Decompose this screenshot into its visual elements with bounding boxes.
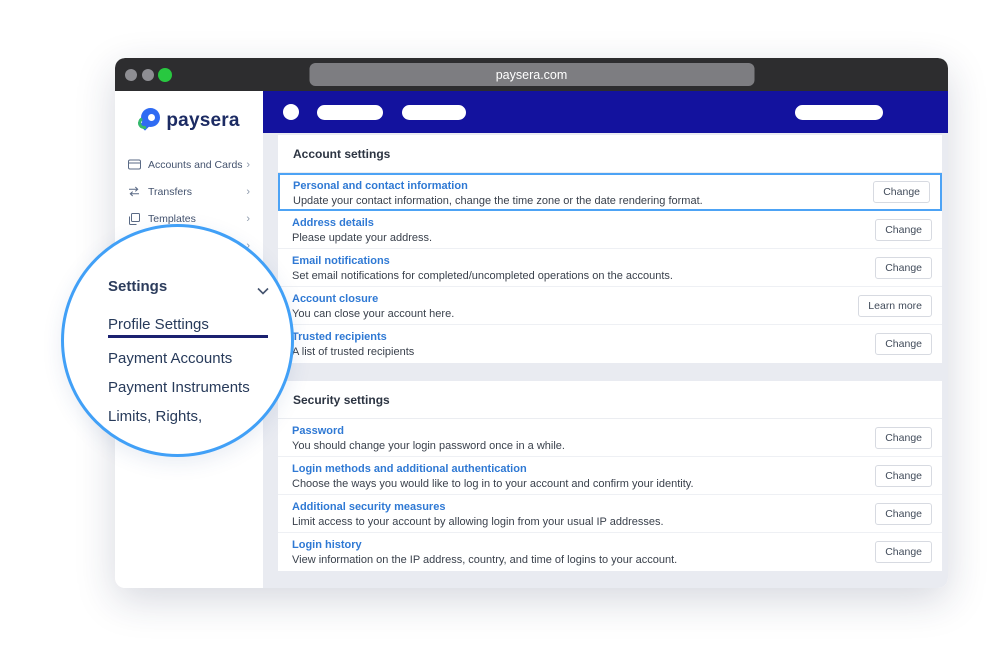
chevron-right-icon: ›: [246, 159, 250, 171]
menu-item-profile-settings[interactable]: Profile Settings: [108, 316, 209, 333]
nav-placeholder-pill: [795, 105, 883, 120]
row-description: Choose the ways you would like to log in…: [292, 478, 837, 490]
row-description: Please update your address.: [292, 232, 837, 244]
row-title: Address details: [292, 217, 837, 229]
security-settings-panel: Security settings Password You should ch…: [278, 381, 942, 571]
row-title: Login methods and additional authenticat…: [292, 463, 837, 475]
nav-placeholder-pill: [402, 105, 466, 120]
chevron-down-icon: [257, 282, 269, 290]
row-description: View information on the IP address, coun…: [292, 554, 837, 566]
row-title: Email notifications: [292, 255, 837, 267]
address-bar[interactable]: paysera.com: [309, 63, 754, 86]
change-button[interactable]: Change: [873, 181, 930, 203]
change-button[interactable]: Change: [875, 219, 932, 241]
row-description: You can close your account here.: [292, 308, 837, 320]
magnifier-circle: Settings Profile Settings Payment Accoun…: [61, 224, 294, 457]
row-description: A list of trusted recipients: [292, 346, 837, 358]
top-navy-bar: [263, 91, 948, 133]
row-additional-security-measures[interactable]: Additional security measures Limit acces…: [278, 495, 942, 533]
change-button[interactable]: Change: [875, 503, 932, 525]
row-password[interactable]: Password You should change your login pa…: [278, 419, 942, 457]
browser-titlebar: paysera.com: [115, 58, 948, 91]
transfers-icon: [128, 186, 148, 197]
row-title: Account closure: [292, 293, 837, 305]
sidebar-item-accounts-and-cards[interactable]: Accounts and Cards ›: [115, 151, 263, 178]
paysera-logo[interactable]: paysera: [115, 91, 263, 135]
change-button[interactable]: Change: [875, 333, 932, 355]
account-settings-panel: Account settings Personal and contact in…: [278, 135, 942, 363]
cards-icon: [128, 159, 148, 170]
row-title: Additional security measures: [292, 501, 837, 513]
row-description: Set email notifications for completed/un…: [292, 270, 837, 282]
active-item-underline: [108, 335, 268, 338]
chevron-right-icon: ›: [246, 186, 250, 198]
row-trusted-recipients[interactable]: Trusted recipients A list of trusted rec…: [278, 325, 942, 363]
chevron-right-icon: ›: [246, 213, 250, 225]
paysera-logo-text: paysera: [166, 110, 239, 132]
sidebar-item-transfers[interactable]: Transfers ›: [115, 178, 263, 205]
sidebar-item-label: Transfers: [148, 186, 246, 198]
account-settings-title: Account settings: [278, 135, 942, 173]
row-title: Login history: [292, 539, 837, 551]
row-account-closure[interactable]: Account closure You can close your accou…: [278, 287, 942, 325]
url-text: paysera.com: [496, 68, 568, 82]
menu-item-limits-rights[interactable]: Limits, Rights,: [108, 408, 202, 425]
learn-more-button[interactable]: Learn more: [858, 295, 932, 317]
window-control-icon[interactable]: [125, 69, 137, 81]
row-personal-and-contact-information[interactable]: Personal and contact information Update …: [278, 173, 942, 211]
security-settings-title: Security settings: [278, 381, 942, 419]
nav-placeholder-circle: [283, 104, 299, 120]
menu-item-payment-instruments[interactable]: Payment Instruments: [108, 379, 250, 396]
templates-icon: [128, 213, 148, 225]
sidebar-item-label: Templates: [148, 213, 246, 225]
sidebar-item-label: Accounts and Cards: [148, 159, 246, 171]
row-description: Limit access to your account by allowing…: [292, 516, 837, 528]
window-control-icon[interactable]: [142, 69, 154, 81]
row-login-methods[interactable]: Login methods and additional authenticat…: [278, 457, 942, 495]
row-title: Password: [292, 425, 837, 437]
row-description: You should change your login password on…: [292, 440, 837, 452]
change-button[interactable]: Change: [875, 257, 932, 279]
row-address-details[interactable]: Address details Please update your addre…: [278, 211, 942, 249]
change-button[interactable]: Change: [875, 541, 932, 563]
change-button[interactable]: Change: [875, 465, 932, 487]
row-description: Update your contact information, change …: [293, 195, 835, 207]
paysera-logo-icon: [138, 108, 160, 133]
change-button[interactable]: Change: [875, 427, 932, 449]
row-email-notifications[interactable]: Email notifications Set email notificati…: [278, 249, 942, 287]
settings-menu-label[interactable]: Settings: [108, 278, 167, 295]
main-content: Account settings Personal and contact in…: [263, 91, 948, 588]
row-title: Trusted recipients: [292, 331, 837, 343]
menu-item-payment-accounts[interactable]: Payment Accounts: [108, 350, 232, 367]
row-title: Personal and contact information: [293, 180, 835, 192]
window-control-green-icon[interactable]: [158, 68, 172, 82]
nav-placeholder-pill: [317, 105, 383, 120]
row-login-history[interactable]: Login history View information on the IP…: [278, 533, 942, 571]
